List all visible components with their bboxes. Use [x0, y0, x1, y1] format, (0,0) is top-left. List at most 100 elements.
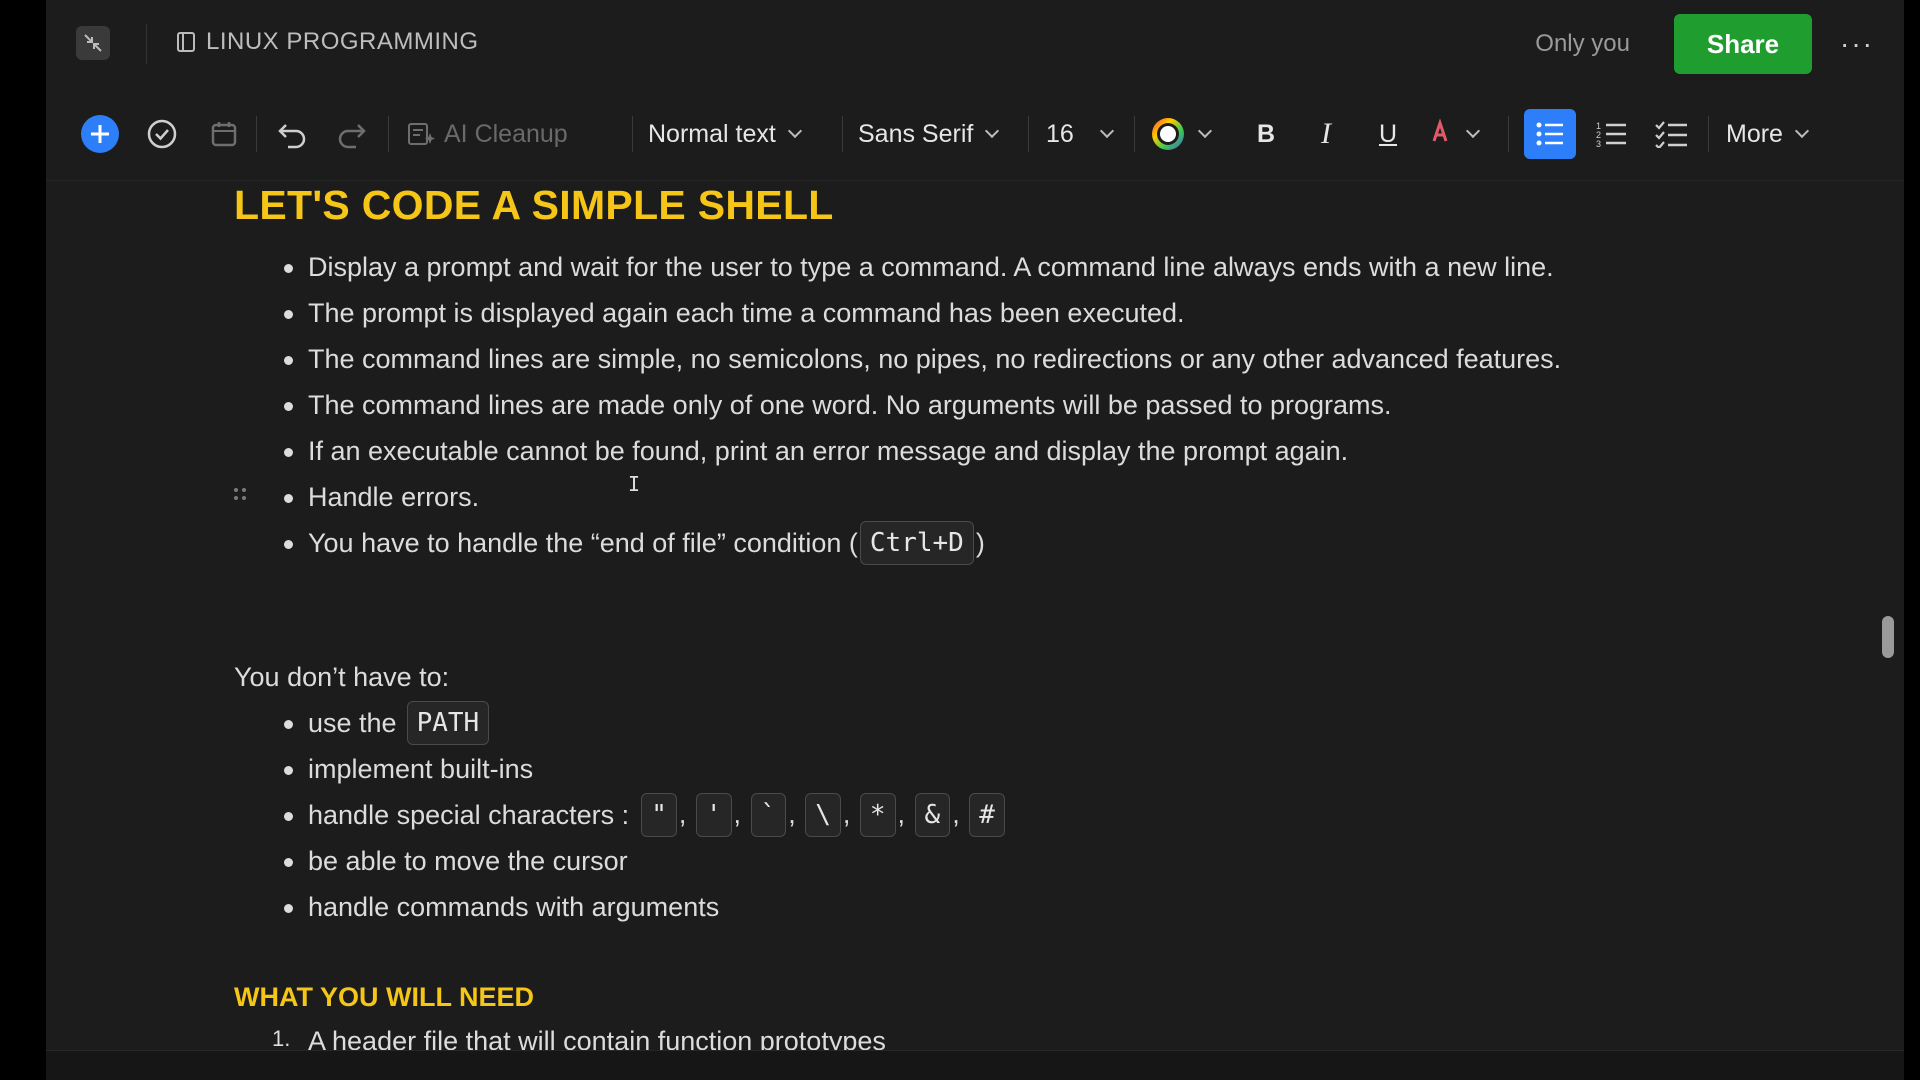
toolbar-separator [1708, 116, 1709, 152]
list-text: use the [308, 707, 397, 738]
numbered-list-button[interactable]: 123 [1590, 112, 1634, 156]
check-circle-icon [147, 119, 177, 149]
numbered-list-icon: 123 [1596, 121, 1626, 148]
undo-button[interactable] [270, 112, 314, 156]
inline-code: \ [805, 793, 841, 837]
italic-button[interactable]: I [1304, 112, 1348, 156]
text-style-value: Normal text [648, 119, 776, 148]
special-chars: ", ', `, \, *, &, # [639, 793, 1007, 837]
toolbar-separator [256, 116, 257, 152]
chevron-down-icon [787, 123, 802, 139]
color-wheel-icon [1152, 118, 1184, 150]
toolbar-separator [632, 116, 633, 152]
check-circle-button[interactable] [140, 112, 184, 156]
requirements-list: Display a prompt and wait for the user t… [234, 244, 1561, 566]
list-text: handle special characters : [308, 799, 630, 830]
toolbar-separator [1134, 116, 1135, 152]
font-family-value: Sans Serif [858, 119, 974, 148]
inline-code: & [914, 793, 951, 837]
add-block-button[interactable] [78, 112, 122, 156]
inline-code: " [641, 793, 677, 837]
list-item[interactable]: Handle errors. [234, 474, 1561, 520]
ai-cleanup-label: AI Cleanup [444, 119, 568, 148]
share-button[interactable]: Share [1674, 14, 1812, 74]
font-family-dropdown[interactable]: Sans Serif [858, 112, 1018, 156]
highlighter-icon [1432, 119, 1448, 142]
chevron-down-icon [1465, 123, 1481, 139]
section-heading: LET'S CODE A SIMPLE SHELL [234, 182, 834, 228]
undo-icon [278, 124, 306, 149]
list-item[interactable]: The prompt is displayed again each time … [234, 290, 1561, 336]
document-body[interactable]: LET'S CODE A SIMPLE SHELL Display a prom… [46, 182, 1904, 1050]
toolbar-divider [46, 180, 1904, 181]
not-required-list: use the PATH implement built-ins handle … [234, 700, 1007, 930]
text-cursor-icon: I [628, 472, 641, 496]
toolbar-separator [1028, 116, 1029, 152]
highlight-button[interactable] [1426, 112, 1502, 156]
inline-code: ` [750, 793, 787, 837]
chevron-down-icon [1794, 123, 1810, 139]
chevron-down-icon [1197, 123, 1213, 139]
list-item[interactable]: If an executable cannot be found, print … [234, 428, 1561, 474]
list-item[interactable]: implement built-ins [234, 746, 1007, 792]
underline-button[interactable]: U [1366, 112, 1410, 156]
redo-button[interactable] [330, 112, 374, 156]
drag-handle-icon[interactable] [232, 486, 250, 504]
more-formatting-dropdown[interactable]: More [1726, 112, 1836, 156]
calendar-icon [211, 122, 237, 147]
checklist-icon [1655, 121, 1687, 148]
list-item[interactable]: handle commands with arguments [234, 884, 1007, 930]
ai-cleanup-button[interactable]: AI Cleanup [406, 112, 616, 156]
toolbar-separator [1508, 116, 1509, 152]
more-label: More [1726, 119, 1783, 148]
subsection-heading: WHAT YOU WILL NEED [234, 982, 534, 1012]
ai-sparkle-icon [408, 123, 435, 145]
inline-code: PATH [406, 701, 490, 745]
paragraph[interactable]: You don’t have to: [234, 662, 449, 693]
underline-icon: U [1378, 119, 1398, 148]
plus-icon [81, 115, 119, 153]
list-item[interactable]: The command lines are made only of one w… [234, 382, 1561, 428]
text-color-picker[interactable] [1150, 112, 1226, 156]
inline-code: * [859, 793, 896, 837]
inline-code: # [969, 793, 1005, 837]
bold-button[interactable]: B [1244, 112, 1288, 156]
redo-icon [338, 124, 366, 149]
toolbar-separator [388, 116, 389, 152]
vertical-scrollbar[interactable] [1882, 616, 1894, 658]
font-size-dropdown[interactable]: 16 [1046, 112, 1126, 156]
list-item[interactable]: be able to move the cursor [234, 838, 1007, 884]
bullet-list-button[interactable] [1524, 109, 1576, 159]
list-item[interactable]: You have to handle the “end of file” con… [234, 520, 1561, 566]
toolbar-separator [842, 116, 843, 152]
eof-text: You have to handle the “end of file” con… [308, 527, 858, 558]
italic-icon: I [1321, 117, 1331, 150]
chevron-down-icon [985, 123, 1000, 139]
list-item[interactable]: The command lines are simple, no semicol… [234, 336, 1561, 382]
inline-code: Ctrl+D [859, 521, 974, 565]
topbar-divider [146, 24, 147, 64]
bottom-bar [46, 1050, 1904, 1080]
list-item[interactable]: use the PATH [234, 700, 1007, 746]
inline-code: ' [695, 793, 732, 837]
font-size-value: 16 [1046, 119, 1074, 148]
top-bar: LINUX PROGRAMMING Only you Share ··· [46, 0, 1904, 88]
eof-suffix: ) [975, 527, 985, 558]
more-options-icon[interactable]: ··· [1840, 28, 1874, 60]
svg-text:3: 3 [1596, 139, 1601, 148]
document-title: LINUX PROGRAMMING [206, 28, 479, 55]
text-style-dropdown[interactable]: Normal text [648, 112, 836, 156]
editor-window: LINUX PROGRAMMING Only you Share ··· AI … [46, 0, 1904, 1080]
checklist-button[interactable] [1650, 112, 1694, 156]
bold-icon: B [1256, 119, 1276, 148]
calendar-button[interactable] [202, 112, 246, 156]
list-item[interactable]: handle special characters : ", ', `, \, … [234, 792, 1007, 838]
document-icon [177, 32, 195, 52]
list-item[interactable]: Display a prompt and wait for the user t… [234, 244, 1561, 290]
visibility-label[interactable]: Only you [1535, 30, 1630, 58]
bullet-list-icon [1536, 122, 1563, 146]
list-number: 1. [272, 1026, 291, 1051]
document-breadcrumb[interactable]: LINUX PROGRAMMING [176, 28, 479, 56]
collapse-icon[interactable] [76, 26, 110, 60]
chevron-down-icon [1099, 123, 1114, 139]
